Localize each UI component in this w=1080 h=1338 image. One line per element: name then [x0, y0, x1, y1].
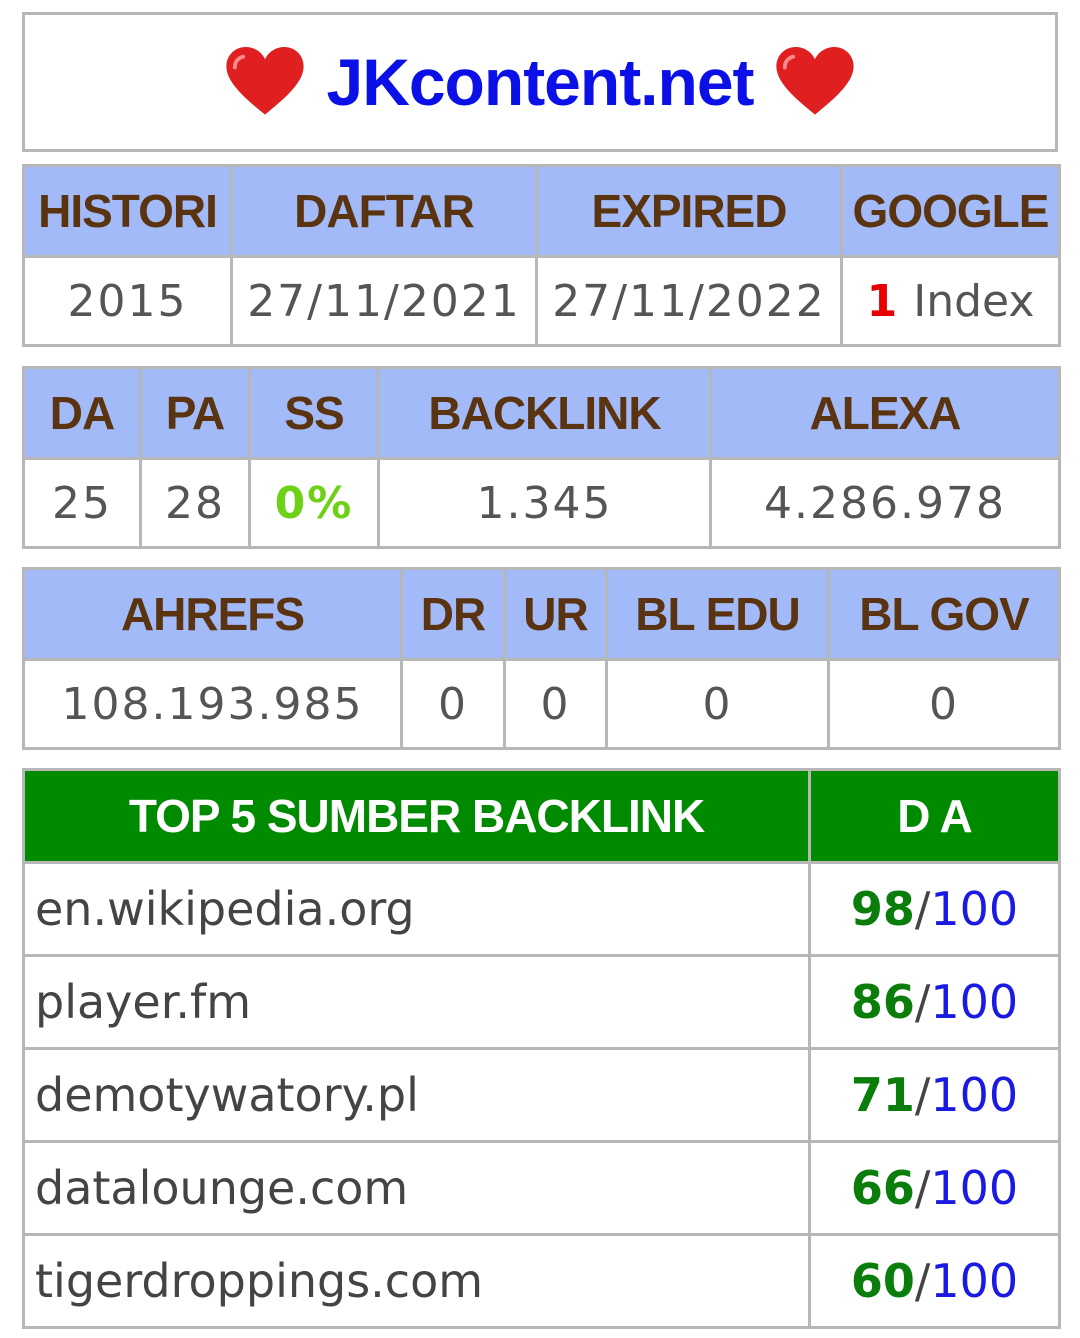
header-top5-da: D A: [808, 768, 1061, 864]
header-alexa: ALEXA: [709, 366, 1061, 460]
header-dr: DR: [400, 567, 506, 661]
top5-backlink-table: TOP 5 SUMBER BACKLINK D A en.wikipedia.o…: [22, 768, 1061, 1329]
expired-value: 27/11/2022: [535, 255, 843, 347]
backlink-da: 60/100: [808, 1233, 1061, 1329]
ur-value: 0: [503, 658, 608, 750]
header-histori: HISTORI: [22, 164, 233, 258]
red-heart-icon: [226, 47, 305, 115]
backlink-da: 98/100: [808, 861, 1061, 957]
header-expired: EXPIRED: [535, 164, 843, 258]
histori-value: 2015: [22, 255, 233, 347]
table-row: player.fm 86/100: [22, 954, 1061, 1050]
site-name[interactable]: JKcontent.net: [326, 44, 754, 120]
table-row: tigerdroppings.com 60/100: [22, 1233, 1061, 1329]
red-heart-icon: [775, 47, 854, 115]
domain-info-table: HISTORI DAFTAR EXPIRED GOOGLE 2015 27/11…: [22, 164, 1061, 347]
authority-table: DA PA SS BACKLINK ALEXA 25 28 0% 1.345 4…: [22, 366, 1061, 549]
alexa-value: 4.286.978: [709, 457, 1061, 549]
table-row: en.wikipedia.org 98/100: [22, 861, 1061, 957]
header-pa: PA: [139, 366, 251, 460]
header-da: DA: [22, 366, 142, 460]
ahrefs-value: 108.193.985: [22, 658, 403, 750]
header-backlink: BACKLINK: [377, 366, 712, 460]
header-ss: SS: [248, 366, 380, 460]
ss-value: 0%: [248, 457, 380, 549]
bl-edu-value: 0: [605, 658, 830, 750]
backlink-da: 66/100: [808, 1140, 1061, 1236]
header-top5-sources: TOP 5 SUMBER BACKLINK: [22, 768, 811, 864]
title-box: JKcontent.net: [22, 12, 1058, 152]
google-index-label: Index: [913, 275, 1035, 327]
backlink-domain: datalounge.com: [22, 1140, 811, 1236]
header-bl-gov: BL GOV: [827, 567, 1061, 661]
backlink-value: 1.345: [377, 457, 712, 549]
da-value: 25: [22, 457, 142, 549]
header-daftar: DAFTAR: [230, 164, 538, 258]
header-google: GOOGLE: [840, 164, 1061, 258]
table-row: demotywatory.pl 71/100: [22, 1047, 1061, 1143]
header-bl-edu: BL EDU: [605, 567, 830, 661]
google-index-count: 1: [866, 275, 898, 327]
dr-value: 0: [400, 658, 506, 750]
ahrefs-table: AHREFS DR UR BL EDU BL GOV 108.193.985 0…: [22, 567, 1061, 750]
bl-gov-value: 0: [827, 658, 1061, 750]
backlink-da: 86/100: [808, 954, 1061, 1050]
google-value: 1 Index: [840, 255, 1061, 347]
backlink-domain: demotywatory.pl: [22, 1047, 811, 1143]
pa-value: 28: [139, 457, 251, 549]
backlink-domain: en.wikipedia.org: [22, 861, 811, 957]
backlink-domain: tigerdroppings.com: [22, 1233, 811, 1329]
table-row: datalounge.com 66/100: [22, 1140, 1061, 1236]
backlink-domain: player.fm: [22, 954, 811, 1050]
backlink-da: 71/100: [808, 1047, 1061, 1143]
header-ahrefs: AHREFS: [22, 567, 403, 661]
header-ur: UR: [503, 567, 608, 661]
daftar-value: 27/11/2021: [230, 255, 538, 347]
